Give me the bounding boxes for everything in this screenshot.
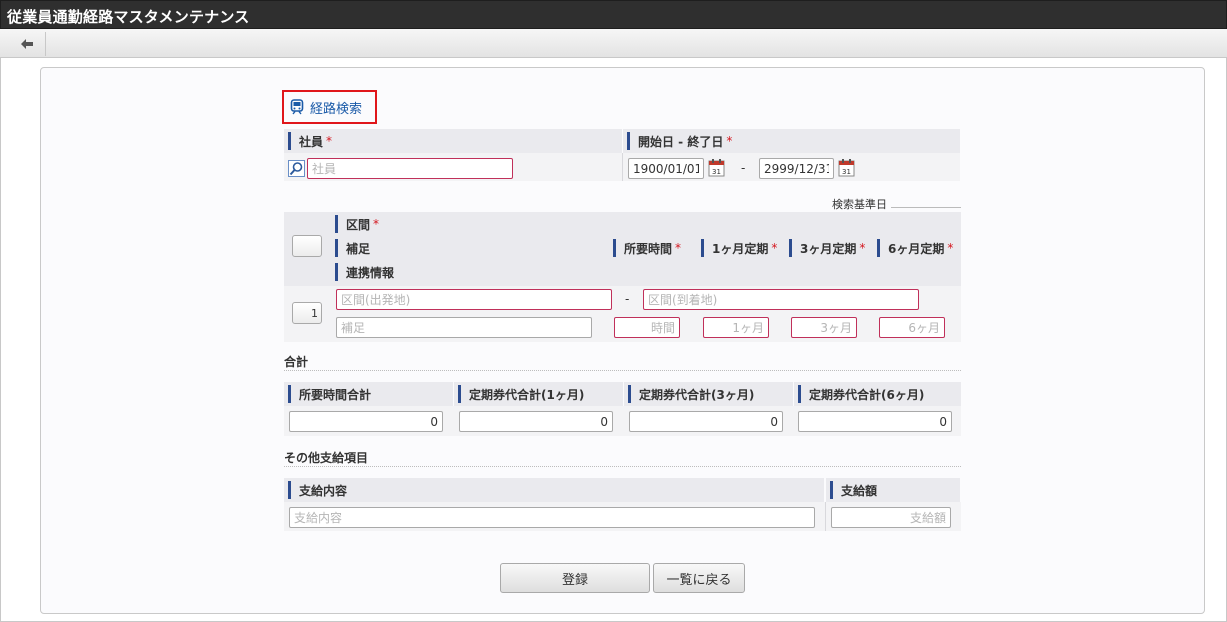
total-duration-header: 所要時間合計 xyxy=(284,382,453,406)
employee-input[interactable] xyxy=(307,158,513,179)
total-pass1-header: 定期券代合計(1ヶ月) xyxy=(454,382,623,406)
segment-pass6-input[interactable] xyxy=(879,317,945,338)
total-pass6-field[interactable] xyxy=(798,411,952,432)
title-bar: 従業員通勤経路マスタメンテナンス xyxy=(0,0,1227,29)
segment-pass1-input[interactable] xyxy=(703,317,769,338)
arrow-left-icon xyxy=(20,39,33,49)
total-pass1-field[interactable] xyxy=(459,411,613,432)
pay-content-header: 支給内容 xyxy=(284,478,824,502)
select-all-checkbox[interactable] xyxy=(292,235,322,257)
segment-note-header: 補足 xyxy=(331,236,609,260)
pay-amount-header: 支給額 xyxy=(826,478,960,502)
pay-amount-input[interactable] xyxy=(831,507,951,528)
segment-link-header: 連携情報 xyxy=(331,260,960,284)
period-label: 開始日 - 終了日 xyxy=(638,134,724,149)
train-icon xyxy=(290,99,304,115)
form-panel: 経路検索 社員* 開始日 - 終了日* 31 - xyxy=(40,67,1205,614)
route-search-label: 経路検索 xyxy=(310,101,363,117)
segment-pass3-input[interactable] xyxy=(791,317,857,338)
segment-duration-input[interactable] xyxy=(614,317,680,338)
segment-duration-header: 所要時間 * xyxy=(609,236,697,260)
segment-row-index[interactable]: 1 xyxy=(292,302,322,324)
back-button[interactable] xyxy=(8,32,46,56)
employee-header: 社員 * xyxy=(284,129,622,153)
page-title: 従業員通勤経路マスタメンテナンス xyxy=(7,8,250,26)
total-pass3-header: 定期券代合計(3ヶ月) xyxy=(624,382,793,406)
segment-to-input[interactable] xyxy=(643,289,919,310)
svg-text:31: 31 xyxy=(842,168,851,176)
employee-search-icon[interactable] xyxy=(288,160,305,177)
segment-section-header: 区間 * xyxy=(331,212,960,236)
route-search-link[interactable]: 経路検索 xyxy=(282,90,377,124)
employee-label: 社員 xyxy=(299,134,324,149)
toolbar xyxy=(0,29,1227,58)
totals-title: 合計 xyxy=(284,355,309,369)
page-body: 経路検索 社員* 開始日 - 終了日* 31 - xyxy=(0,58,1227,622)
segment-note-input[interactable] xyxy=(336,317,592,338)
segment-pass1-header: 1ヶ月定期 * xyxy=(697,236,785,260)
svg-text:31: 31 xyxy=(712,168,721,176)
end-calendar-icon[interactable]: 31 xyxy=(838,158,855,177)
total-pass6-header: 定期券代合計(6ヶ月) xyxy=(794,382,961,406)
total-pass3-field[interactable] xyxy=(629,411,783,432)
base-date-label: 検索基準日 xyxy=(832,198,887,211)
total-duration-field[interactable] xyxy=(289,411,443,432)
segment-pass6-header: 6ヶ月定期 * xyxy=(873,236,961,260)
other-pay-title: その他支給項目 xyxy=(284,451,369,465)
period-separator: - xyxy=(741,161,746,175)
pay-content-input[interactable] xyxy=(289,507,815,528)
segment-separator: - xyxy=(625,292,630,306)
start-calendar-icon[interactable]: 31 xyxy=(708,158,725,177)
start-date-input[interactable] xyxy=(628,158,704,179)
segment-pass3-header: 3ヶ月定期 * xyxy=(785,236,873,260)
back-to-list-button[interactable]: 一覧に戻る xyxy=(653,563,745,593)
segment-from-input[interactable] xyxy=(336,289,612,310)
period-header: 開始日 - 終了日 * xyxy=(623,129,960,153)
end-date-input[interactable] xyxy=(759,158,834,179)
register-button[interactable]: 登録 xyxy=(500,563,650,593)
